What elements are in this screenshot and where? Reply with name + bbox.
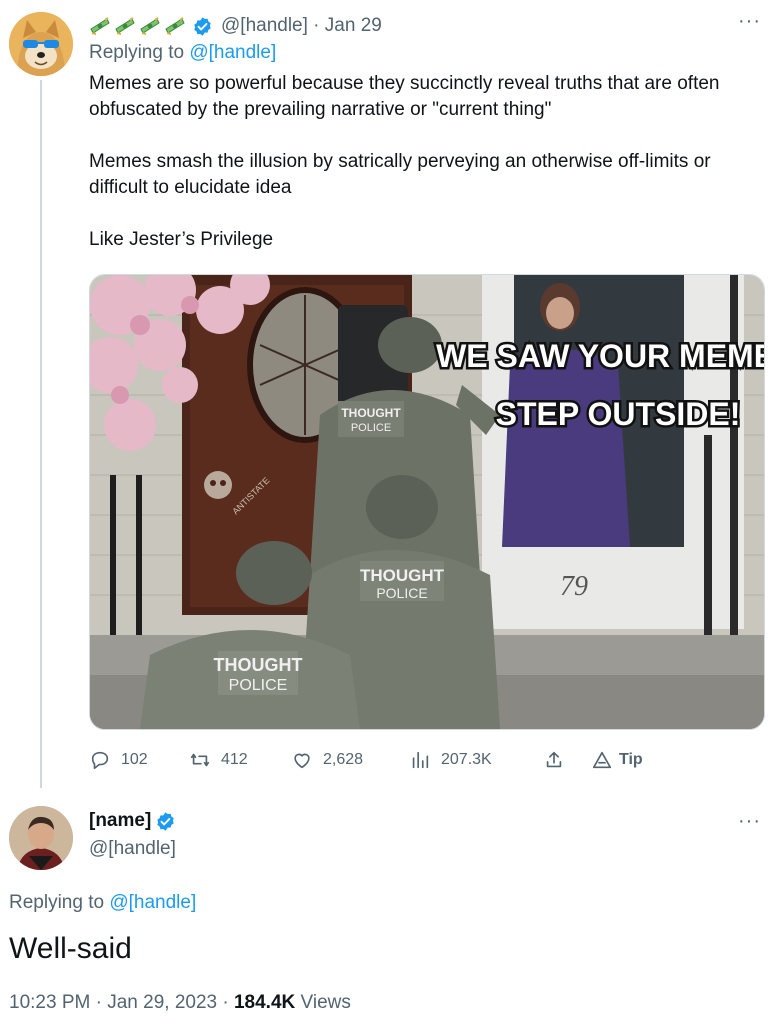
meme-vest-label: POLICE [351,422,391,434]
tweet-time[interactable]: 10:23 PM [9,992,90,1013]
like-count: 2,628 [323,751,364,768]
reply-author-handle[interactable]: @[handle] [221,15,308,37]
share-button[interactable] [543,749,591,771]
meme-vest-label: POLICE [376,585,427,601]
replying-to-link[interactable]: @[handle] [109,892,196,913]
display-name-emojis[interactable] [89,17,186,35]
separator-dot: · [307,15,325,36]
more-icon[interactable]: ··· [738,810,761,833]
money-emoji-icon [140,17,160,35]
meme-vest-label: POLICE [229,677,288,694]
tip-icon [592,751,612,769]
like-icon [294,753,310,769]
replying-to-prefix: Replying to [9,892,105,913]
views-count: 184.4K [233,992,296,1013]
retweet-button[interactable]: 412 [189,749,291,771]
main-tweet-text: Well-said [9,932,132,965]
views-icon [412,751,429,769]
replying-to-line: Replying to @[handle] [9,892,196,914]
main-author-name-row[interactable]: [name] [89,810,176,832]
meme-door-number: 79 [560,571,588,602]
money-emoji-icon [165,17,185,35]
views-count: 207.3K [441,751,492,768]
retweet-icon [190,753,210,767]
main-author-avatar[interactable] [9,806,73,870]
verified-badge-icon [194,16,211,36]
verified-badge-icon [157,811,175,831]
views-label: Views [300,992,351,1013]
tweet-date[interactable]: Jan 29, 2023 [107,992,217,1013]
reply-count: 102 [121,751,148,768]
replying-to-link[interactable]: @[handle] [189,42,276,63]
money-emoji-icon [90,17,110,35]
tip-label: Tip [619,751,643,768]
share-icon [546,751,562,768]
reply-button[interactable]: 102 [89,749,189,771]
money-emoji-icon [115,17,135,35]
replying-to-line: Replying to @[handle] [89,42,276,64]
retweet-count: 412 [221,751,248,768]
tweet-media-image[interactable]: ANTISTATE 79 THOUGHT POLICE THOUGHT POLI… [89,274,765,730]
reply-tweet-header: @[handle] · Jan 29 [89,14,382,38]
reply-author-avatar[interactable] [9,12,73,76]
tweet-paragraph: Memes are so powerful because they succi… [89,73,720,120]
meme-caption-line2: STEP OUTSIDE! [496,396,741,432]
tweet-meta: 10:23 PM · Jan 29, 2023 · 184.4K Views [9,992,351,1013]
more-icon[interactable]: ··· [738,10,761,33]
tweet-paragraph: Like Jester’s Privilege [89,229,274,250]
reply-icon [91,751,109,770]
replying-to-prefix: Replying to [89,42,185,63]
main-author-handle[interactable]: @[handle] [89,838,176,860]
like-button[interactable]: 2,628 [291,749,409,771]
tip-button[interactable]: Tip [591,749,643,771]
reply-tweet-date[interactable]: Jan 29 [325,15,382,37]
thread-line [40,80,42,788]
views-button[interactable]: 207.3K [409,749,543,771]
meme-vest-label: THOUGHT [360,566,445,585]
meme-vest-label: THOUGHT [214,655,303,675]
tweet-action-bar: 102 412 2,628 207.3K Tip [89,745,643,775]
meme-caption-line1: WE SAW YOUR MEME, [436,338,764,374]
meme-vest-label: THOUGHT [341,406,401,420]
main-author-name[interactable]: [name] [89,810,151,832]
tweet-paragraph: Memes smash the illusion by satrically p… [89,151,711,198]
reply-tweet-text: Memes are so powerful because they succi… [89,71,759,253]
